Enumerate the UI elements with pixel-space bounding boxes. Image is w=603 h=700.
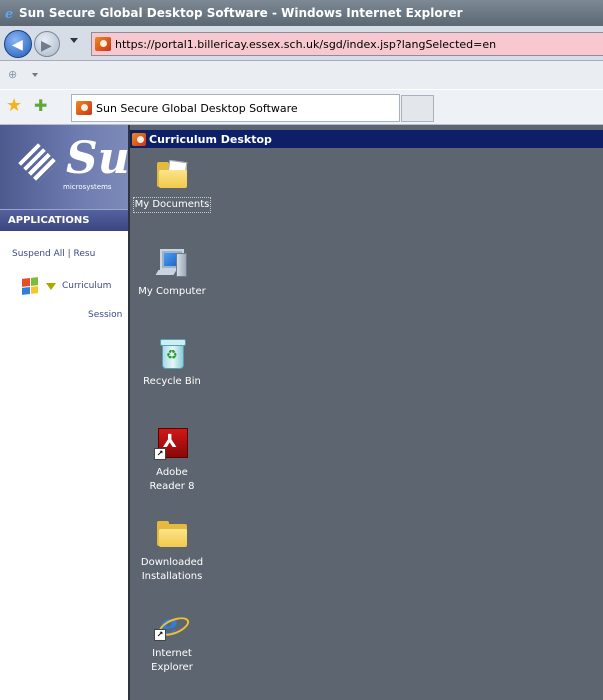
session-label[interactable]: Session [88,310,122,320]
computer-icon [155,247,188,279]
back-arrow-icon: ◀ [12,37,23,53]
desktop-icon-label: My Computer [138,286,206,297]
windows-flag-icon [22,277,38,295]
application-entry[interactable]: Curriculum [22,277,112,295]
desktop-icon-label: Adobe Reader 8 [149,467,195,492]
desktop-icon-internet-explorer[interactable]: e ↗ Internet Explorer [130,609,214,675]
sun-banner: Sun microsystems [0,125,128,209]
folder-icon [156,518,188,550]
tab-favicon-icon [76,101,92,115]
desktop-icon-recycle-bin[interactable]: ♻ Recycle Bin [130,337,214,389]
desktop-title-bar[interactable]: Curriculum Desktop [130,130,603,148]
desktop-icon-my-documents[interactable]: My Documents [130,159,214,213]
desktop-icon-label: My Documents [132,197,212,213]
desktop-icon-label: Internet Explorer [151,648,193,673]
address-bar[interactable]: https://portal1.billericay.essex.sch.uk/… [91,32,603,56]
shortcut-arrow-icon: ↗ [154,448,166,460]
forward-arrow-icon: ▶ [41,38,52,54]
window-title: Sun Secure Global Desktop Software - Win… [19,6,463,20]
translate-icon[interactable]: ⊕ [8,68,17,81]
command-bar: ⊕ [0,61,603,89]
forward-button[interactable]: ▶ [34,31,60,57]
address-url: https://portal1.billericay.essex.sch.uk/… [115,37,497,51]
desktop-title: Curriculum Desktop [149,132,272,146]
application-entry-label: Curriculum [62,281,112,291]
internet-explorer-icon: e ↗ [154,609,192,641]
back-button[interactable]: ◀ [4,30,32,58]
expand-triangle-icon[interactable] [46,282,56,290]
sgd-webtop-panel: Sun microsystems APPLICATIONS Suspend Al… [0,125,128,700]
internet-explorer-icon: e [5,7,13,20]
history-dropdown-icon[interactable] [70,38,78,43]
browser-tab[interactable]: Sun Secure Global Desktop Software [71,94,400,122]
shortcut-arrow-icon: ↗ [154,629,166,641]
site-favicon-icon [95,37,111,51]
favorites-tab-bar: ★ ✚ Sun Secure Global Desktop Software [0,90,603,125]
curriculum-desktop-window[interactable]: Curriculum Desktop My Documents My Compu… [128,125,603,700]
desktop-window-icon [132,132,146,146]
favorites-star-icon[interactable]: ★ [6,95,22,116]
address-toolbar: ◀ ▶ https://portal1.billericay.essex.sch… [0,26,603,61]
tab-title: Sun Secure Global Desktop Software [96,101,298,115]
browser-title-bar[interactable]: e Sun Secure Global Desktop Software - W… [0,0,603,26]
desktop-icon-label: Downloaded Installations [140,557,204,582]
desktop-icon-label: Recycle Bin [143,376,201,387]
suspend-resume-links[interactable]: Suspend All | Resu [12,249,95,259]
desktop-icon-downloaded-installations[interactable]: Downloaded Installations [130,518,214,584]
recycle-bin-icon: ♻ [156,337,188,369]
sun-logo-icon [18,143,58,183]
desktop-icon-my-computer[interactable]: My Computer [130,247,214,299]
translate-dropdown-icon[interactable] [32,73,38,77]
sun-logo-text: Sun [66,133,128,184]
desktop-icon-adobe-reader[interactable]: ⅄ ↗ Adobe Reader 8 [130,428,214,494]
documents-folder-icon [156,159,188,191]
applications-header: APPLICATIONS [0,209,128,231]
add-favorite-icon[interactable]: ✚ [34,96,47,115]
sun-logo-subtext: microsystems [63,183,112,191]
svg-text:e: e [5,7,13,20]
adobe-reader-icon: ⅄ ↗ [154,428,188,460]
new-tab-button[interactable] [401,95,434,122]
